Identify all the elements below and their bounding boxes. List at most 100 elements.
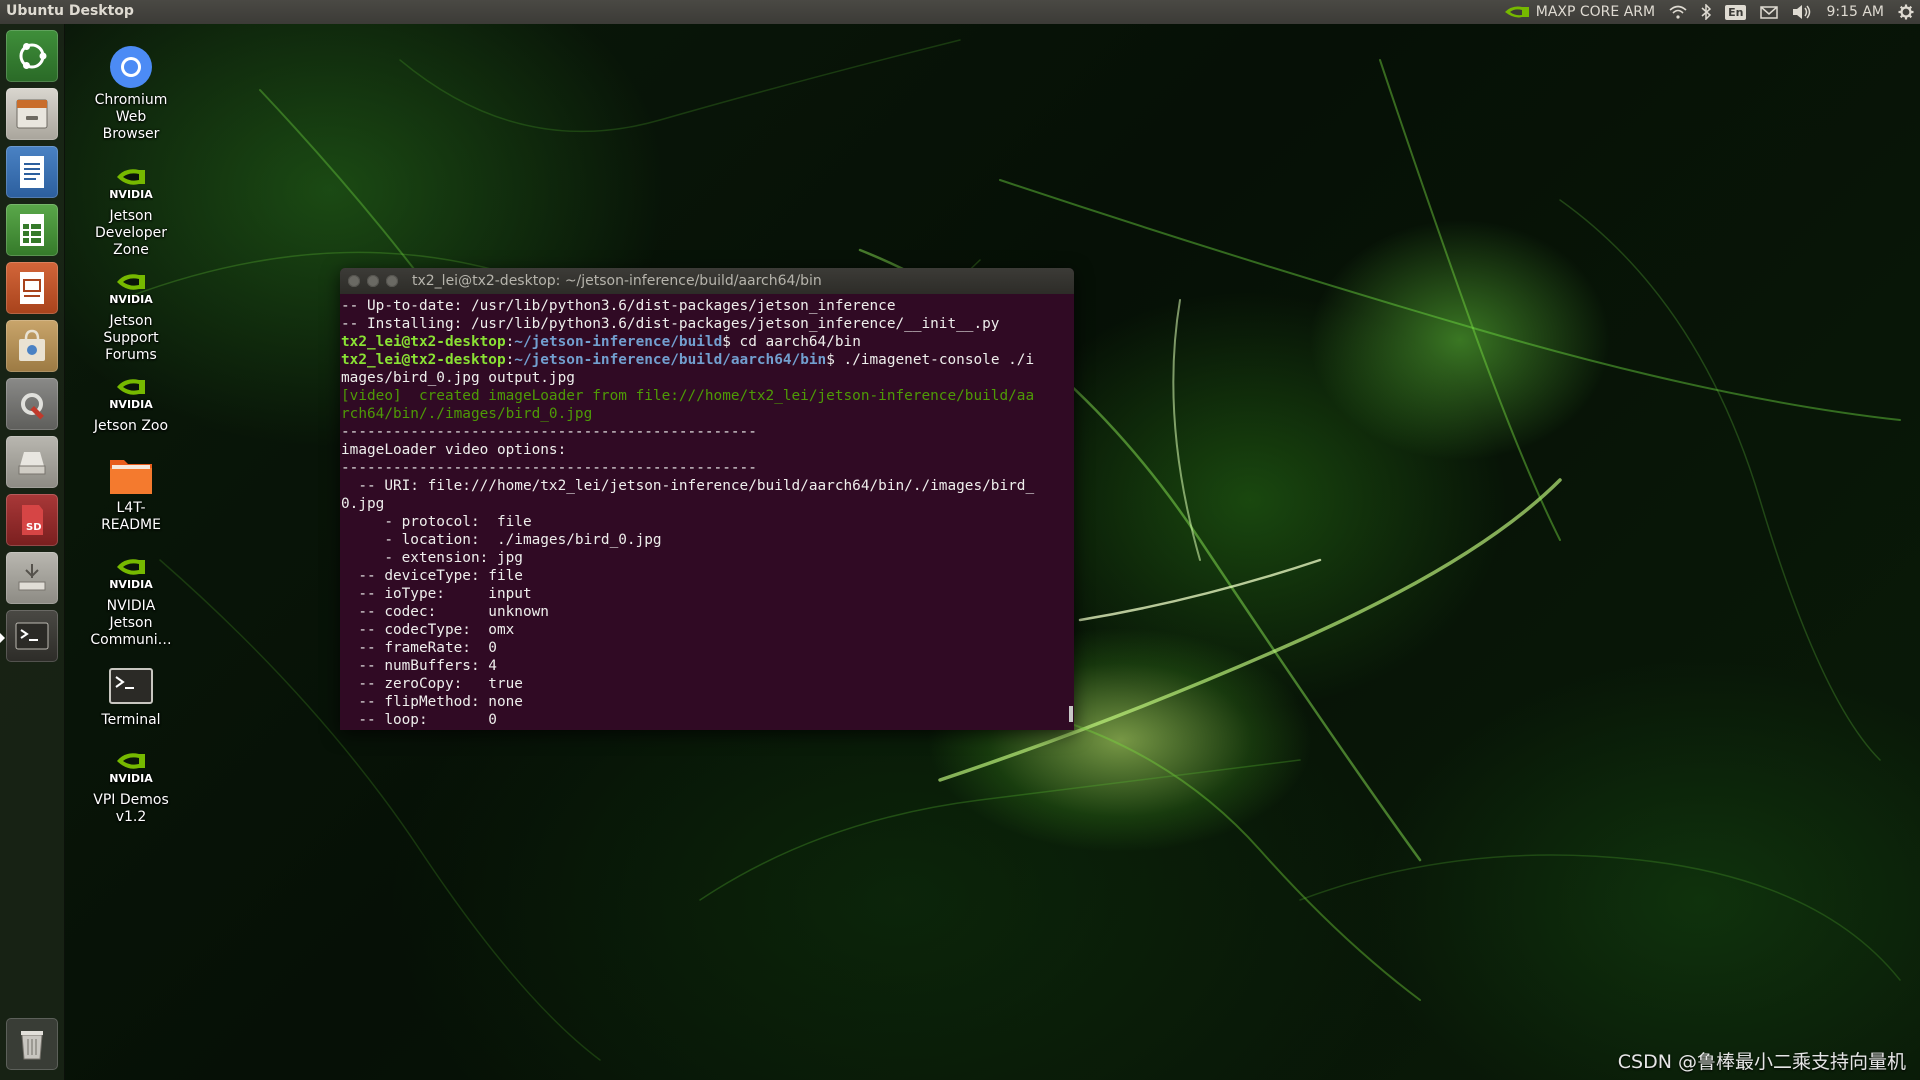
bluetooth-icon xyxy=(1701,4,1712,20)
sound-indicator[interactable] xyxy=(1792,4,1812,20)
gear-icon xyxy=(1898,4,1914,20)
terminal-line: -- codec: unknown xyxy=(341,603,1074,621)
terminal-path-segment: ~/jetson-inference/build/aarch64/bin xyxy=(514,352,827,368)
svg-text:NVIDIA: NVIDIA xyxy=(109,188,153,201)
clock-indicator[interactable]: 9:15 AM xyxy=(1826,4,1884,20)
terminal-window[interactable]: tx2_lei@tx2-desktop: ~/jetson-inference/… xyxy=(340,268,1074,730)
terminal-text-segment: -- codec: unknown xyxy=(341,604,549,620)
desktop-icon-jetson-support-forums[interactable]: NVIDIA Jetson Support Forums xyxy=(76,265,186,364)
launcher-writer-button[interactable] xyxy=(6,146,58,198)
terminal-text-segment: 0.jpg xyxy=(341,496,385,512)
trash-icon xyxy=(21,1031,43,1060)
desktop-icon-label: Chromium Web Browser xyxy=(94,92,168,142)
terminal-line: -- numBuffers: 4 xyxy=(341,657,1074,675)
nvidia-icon: NVIDIA xyxy=(109,169,153,201)
launcher-software-button[interactable] xyxy=(6,320,58,372)
terminal-log-segment: rch64/bin/./images/bird_0.jpg xyxy=(341,406,593,422)
terminal-prompt-segment: tx2_lei@tx2-desktop xyxy=(341,352,506,368)
desktop-icon-jetson-zoo[interactable]: NVIDIA Jetson Zoo xyxy=(76,370,186,435)
launcher-active-indicator xyxy=(0,633,5,643)
keyboard-indicator[interactable]: En xyxy=(1725,4,1747,20)
top-panel: Ubuntu Desktop MAXP CORE ARM En 9:15 AM xyxy=(0,0,1920,24)
terminal-text-segment: - location: ./images/bird_0.jpg xyxy=(341,532,662,548)
terminal-text-segment: ----------------------------------------… xyxy=(341,460,757,476)
launcher-dash-button[interactable] xyxy=(6,30,58,82)
nvpmodel-label: MAXP CORE ARM xyxy=(1535,4,1656,20)
chromium-icon xyxy=(110,46,152,88)
terminal-cmd-segment: : xyxy=(505,334,515,350)
ubuntu-logo-icon xyxy=(19,43,47,69)
messaging-indicator[interactable] xyxy=(1760,5,1779,19)
desktop-icon-terminal[interactable]: Terminal xyxy=(76,664,186,729)
volume-icon xyxy=(1793,5,1811,19)
terminal-line: imageLoader video options: xyxy=(341,441,1074,459)
watermark: CSDN @鲁棒最小二乘支持向量机 xyxy=(1617,1051,1906,1073)
close-button[interactable] xyxy=(348,275,360,287)
launcher-files-button[interactable] xyxy=(6,88,58,140)
nvpmodel-indicator[interactable]: MAXP CORE ARM xyxy=(1504,4,1655,20)
terminal-text-segment: -- frameRate: 0 xyxy=(341,640,497,656)
terminal-line: -- loop: 0 xyxy=(341,711,1074,729)
terminal-output[interactable]: -- Up-to-date: /usr/lib/python3.6/dist-p… xyxy=(340,294,1074,729)
terminal-line: -- deviceType: file xyxy=(341,567,1074,585)
terminal-text-segment: -- ioType: input xyxy=(341,586,532,602)
session-indicator[interactable] xyxy=(1898,4,1914,20)
shopping-bag-icon xyxy=(19,329,45,361)
desktop-icon-label: Jetson Developer Zone xyxy=(94,208,167,258)
launcher-drive-button[interactable] xyxy=(6,436,58,488)
svg-text:NVIDIA: NVIDIA xyxy=(109,398,153,411)
launcher-trash-button[interactable] xyxy=(6,1018,58,1070)
desktop-icon-label: NVIDIA Jetson Communi… xyxy=(90,598,172,648)
maximize-button[interactable] xyxy=(386,275,398,287)
desktop-icon-jetson-developer-zone[interactable]: NVIDIA Jetson Developer Zone xyxy=(76,160,186,259)
launcher-terminal-button[interactable] xyxy=(6,610,58,662)
terminal-line: tx2_lei@tx2-desktop:~/jetson-inference/b… xyxy=(341,333,1074,351)
terminal-line: -- ioType: input xyxy=(341,585,1074,603)
file-cabinet-icon xyxy=(16,99,48,129)
terminal-text-segment: -- deviceType: file xyxy=(341,568,523,584)
terminal-text-segment: - extension: jpg xyxy=(341,550,523,566)
launcher-sd-card-button[interactable]: SD xyxy=(6,494,58,546)
terminal-line: -- codecType: omx xyxy=(341,621,1074,639)
terminal-prompt-segment: tx2_lei@tx2-desktop xyxy=(341,334,506,350)
folder-icon xyxy=(110,460,152,494)
launcher-usb-button[interactable] xyxy=(6,552,58,604)
desktop-icon-vpi-demos[interactable]: NVIDIA VPI Demos v1.2 xyxy=(76,744,186,826)
terminal-line: 0.jpg xyxy=(341,495,1074,513)
terminal-titlebar[interactable]: tx2_lei@tx2-desktop: ~/jetson-inference/… xyxy=(340,268,1074,294)
minimize-button[interactable] xyxy=(367,275,379,287)
desktop-icon-chromium[interactable]: Chromium Web Browser xyxy=(76,44,186,143)
desktop-icon-label: L4T- README xyxy=(101,500,161,533)
terminal-text-segment: -- numBuffers: 4 xyxy=(341,658,497,674)
terminal-line: rch64/bin/./images/bird_0.jpg xyxy=(341,405,1074,423)
terminal-text-segment: mages/bird_0.jpg output.jpg xyxy=(341,370,575,386)
mail-icon xyxy=(1760,5,1779,19)
terminal-line: ----------------------------------------… xyxy=(341,423,1074,441)
desktop-icon-label: VPI Demos v1.2 xyxy=(93,792,169,825)
terminal-line: mages/bird_0.jpg output.jpg xyxy=(341,369,1074,387)
terminal-scrollbar[interactable] xyxy=(1069,706,1073,722)
svg-text:NVIDIA: NVIDIA xyxy=(109,293,153,306)
terminal-text-segment: -- URI: file:///home/tx2_lei/jetson-infe… xyxy=(341,478,1035,494)
clock-label: 9:15 AM xyxy=(1826,4,1884,20)
terminal-line: - protocol: file xyxy=(341,513,1074,531)
terminal-line: ----------------------------------------… xyxy=(341,459,1074,477)
terminal-line: - location: ./images/bird_0.jpg xyxy=(341,531,1074,549)
terminal-text-segment: -- zeroCopy: true xyxy=(341,676,523,692)
launcher-calc-button[interactable] xyxy=(6,204,58,256)
desktop-icon-label: Jetson Zoo xyxy=(93,418,169,434)
desktop-icon-nvidia-jetson-community[interactable]: NVIDIA NVIDIA Jetson Communi… xyxy=(76,550,186,649)
wifi-indicator[interactable] xyxy=(1669,5,1687,19)
launcher-settings-button[interactable] xyxy=(6,378,58,430)
nvidia-icon: NVIDIA xyxy=(109,753,153,785)
terminal-line: [video] created imageLoader from file://… xyxy=(341,387,1074,405)
desktop-icon-l4t-readme[interactable]: L4T- README xyxy=(76,452,186,534)
terminal-cmd-segment: $ ./imagenet-console ./i xyxy=(826,352,1035,368)
nvidia-icon: NVIDIA xyxy=(109,379,153,411)
terminal-cmd-segment: $ cd aarch64/bin xyxy=(722,334,861,350)
svg-text:NVIDIA: NVIDIA xyxy=(109,772,153,785)
launcher-impress-button[interactable] xyxy=(6,262,58,314)
terminal-text-segment: - protocol: file xyxy=(341,514,532,530)
terminal-text-segment: ----------------------------------------… xyxy=(341,424,757,440)
bluetooth-indicator[interactable] xyxy=(1701,4,1712,20)
